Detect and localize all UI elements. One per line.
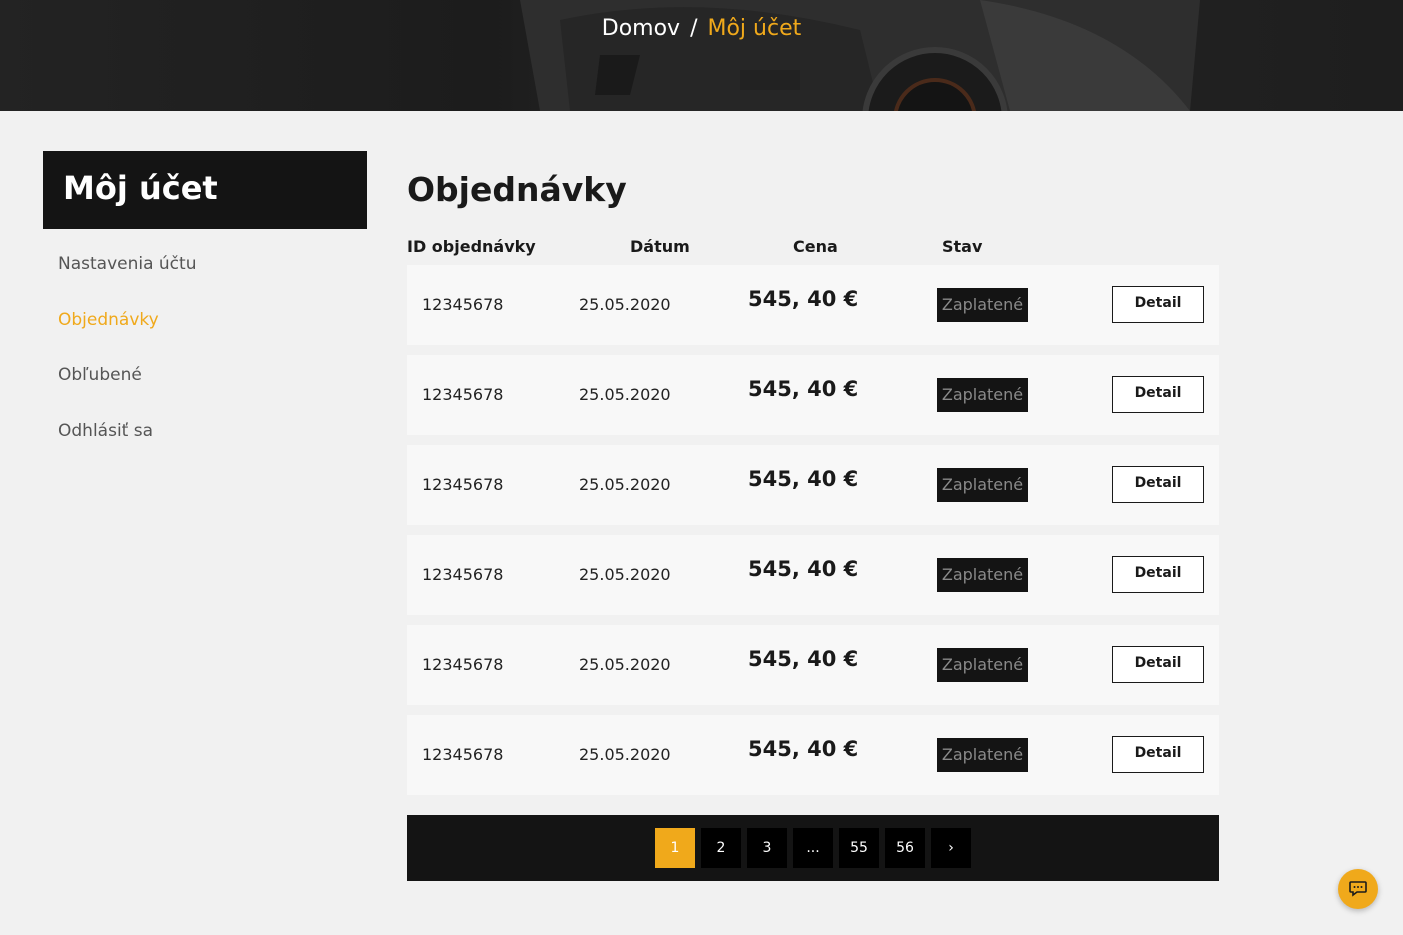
status-badge: Zaplatené (937, 648, 1028, 682)
status-badge: Zaplatené (937, 468, 1028, 502)
chat-button[interactable] (1338, 869, 1378, 909)
sidebar-title: Môj účet (63, 169, 218, 207)
sidebar-header: Môj účet (43, 151, 367, 229)
order-price: 545, 40 € (748, 377, 859, 401)
status-badge: Zaplatené (937, 558, 1028, 592)
detail-button[interactable]: Detail (1112, 736, 1204, 773)
page-button-3[interactable]: 3 (747, 828, 787, 868)
detail-button[interactable]: Detail (1112, 376, 1204, 413)
order-row: 12345678 25.05.2020 545, 40 € Zaplatené … (407, 625, 1219, 705)
order-price: 545, 40 € (748, 287, 859, 311)
order-date: 25.05.2020 (579, 475, 671, 494)
pagination: 1 2 3 ... 55 56 › (407, 815, 1219, 881)
order-date: 25.05.2020 (579, 385, 671, 404)
order-row: 12345678 25.05.2020 545, 40 € Zaplatené … (407, 715, 1219, 795)
status-badge: Zaplatené (937, 288, 1028, 322)
page-button-56[interactable]: 56 (885, 828, 925, 868)
page-button-1[interactable]: 1 (655, 828, 695, 868)
detail-button[interactable]: Detail (1112, 646, 1204, 683)
order-date: 25.05.2020 (579, 565, 671, 584)
page-ellipsis: ... (793, 828, 833, 868)
breadcrumb-separator: / (690, 16, 698, 41)
order-id: 12345678 (422, 745, 504, 764)
sidebar-item-favorites[interactable]: Obľubené (58, 365, 142, 385)
breadcrumb-home-link[interactable]: Domov (602, 16, 680, 41)
hero-banner: Domov / Môj účet (0, 0, 1403, 111)
column-header-date: Dátum (630, 237, 690, 256)
column-header-id: ID objednávky (407, 237, 536, 256)
order-date: 25.05.2020 (579, 745, 671, 764)
page-button-55[interactable]: 55 (839, 828, 879, 868)
breadcrumb-current: Môj účet (707, 16, 802, 41)
order-id: 12345678 (422, 475, 504, 494)
sidebar-item-logout[interactable]: Odhlásiť sa (58, 421, 153, 441)
order-row: 12345678 25.05.2020 545, 40 € Zaplatené … (407, 265, 1219, 345)
next-page-button[interactable]: › (931, 828, 971, 868)
page-button-2[interactable]: 2 (701, 828, 741, 868)
column-header-price: Cena (793, 237, 838, 256)
order-id: 12345678 (422, 295, 504, 314)
order-row: 12345678 25.05.2020 545, 40 € Zaplatené … (407, 355, 1219, 435)
order-price: 545, 40 € (748, 737, 859, 761)
order-date: 25.05.2020 (579, 295, 671, 314)
status-badge: Zaplatené (937, 738, 1028, 772)
order-price: 545, 40 € (748, 557, 859, 581)
order-row: 12345678 25.05.2020 545, 40 € Zaplatené … (407, 535, 1219, 615)
status-badge: Zaplatené (937, 378, 1028, 412)
page-title: Objednávky (407, 170, 627, 209)
order-id: 12345678 (422, 565, 504, 584)
order-id: 12345678 (422, 385, 504, 404)
sidebar-item-account-settings[interactable]: Nastavenia účtu (58, 254, 196, 274)
order-id: 12345678 (422, 655, 504, 674)
order-price: 545, 40 € (748, 647, 859, 671)
detail-button[interactable]: Detail (1112, 466, 1204, 503)
order-date: 25.05.2020 (579, 655, 671, 674)
order-row: 12345678 25.05.2020 545, 40 € Zaplatené … (407, 445, 1219, 525)
order-price: 545, 40 € (748, 467, 859, 491)
chat-icon (1349, 881, 1367, 897)
detail-button[interactable]: Detail (1112, 286, 1204, 323)
column-header-status: Stav (942, 237, 983, 256)
detail-button[interactable]: Detail (1112, 556, 1204, 593)
sidebar-item-orders[interactable]: Objednávky (58, 310, 159, 330)
breadcrumb: Domov / Môj účet (0, 16, 1403, 41)
